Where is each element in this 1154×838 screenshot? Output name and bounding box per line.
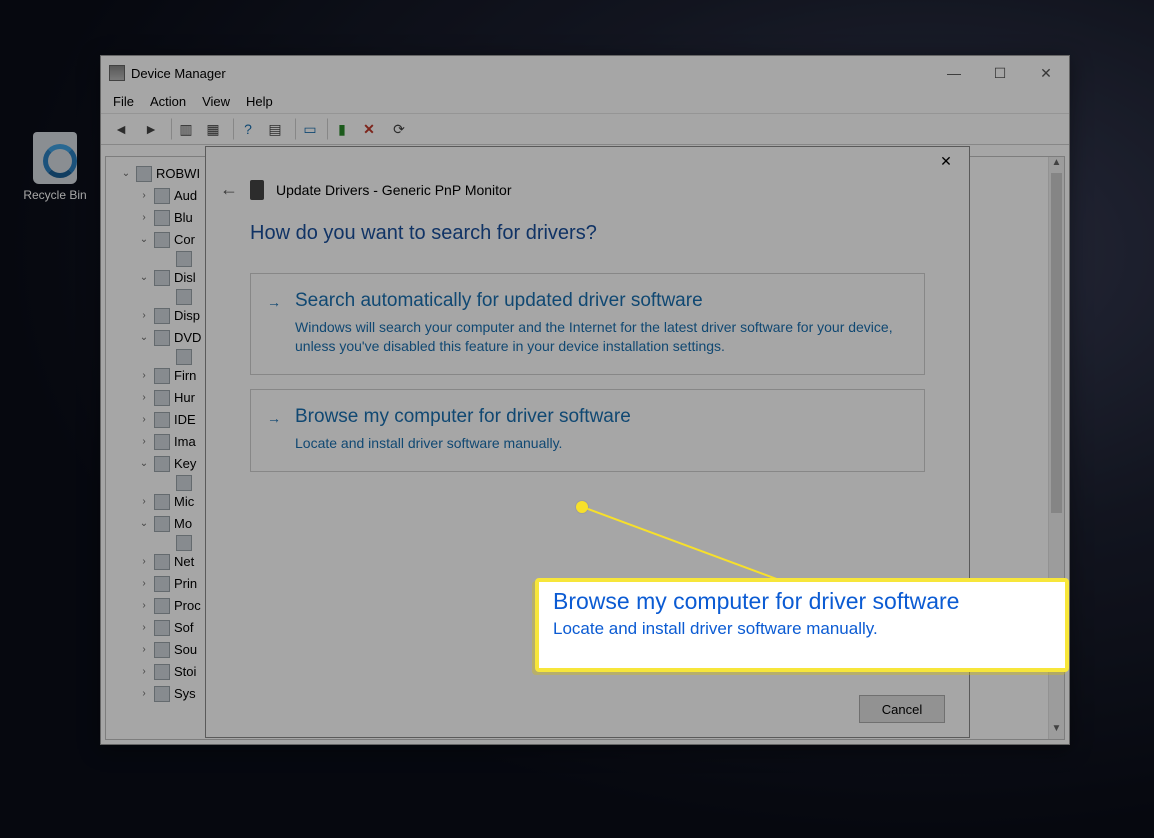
scroll-down-icon[interactable]: ▼ <box>1049 723 1064 739</box>
tree-item-label: Sou <box>174 639 197 661</box>
tree-item-label: Hur <box>174 387 195 409</box>
computer-icon <box>136 166 152 182</box>
toolbar: ◄ ► ▥ ▦ ? ▤ ▭ ▮ ✕ ⟳ <box>101 114 1069 145</box>
dialog-title: Update Drivers - Generic PnP Monitor <box>276 182 512 198</box>
device-icon <box>154 188 170 204</box>
dialog-back-button[interactable]: ← <box>220 179 238 200</box>
titlebar[interactable]: Device Manager — ☐ ✕ <box>101 56 1069 90</box>
option-search-automatically[interactable]: → Search automatically for updated drive… <box>250 273 925 375</box>
show-hide-tree-button[interactable]: ▥ <box>171 118 195 140</box>
tree-item-label: Mo <box>174 513 192 535</box>
tree-item-label: IDE <box>174 409 196 431</box>
tree-item-label: Aud <box>174 185 197 207</box>
device-icon <box>154 664 170 680</box>
device-icon <box>154 598 170 614</box>
recycle-bin-label: Recycle Bin <box>20 188 90 202</box>
device-icon <box>154 232 170 248</box>
scroll-thumb[interactable] <box>1051 173 1062 513</box>
device-icon <box>154 308 170 324</box>
option2-title: Browse my computer for driver software <box>295 406 904 428</box>
device-icon <box>154 494 170 510</box>
option1-desc: Windows will search your computer and th… <box>295 318 904 356</box>
device-icon <box>154 390 170 406</box>
menu-file[interactable]: File <box>113 94 134 109</box>
device-icon <box>176 349 192 365</box>
dialog-close-button[interactable]: ✕ <box>929 148 963 174</box>
device-icon <box>154 270 170 286</box>
tree-item-label: Mic <box>174 491 194 513</box>
tree-item-label: Sys <box>174 683 196 705</box>
minimize-button[interactable]: — <box>931 56 977 90</box>
device-icon <box>154 412 170 428</box>
device-icon <box>154 210 170 226</box>
update-driver-button[interactable]: ▭ <box>295 118 319 140</box>
tree-item-label: Cor <box>174 229 195 251</box>
menu-view[interactable]: View <box>202 94 230 109</box>
cancel-button[interactable]: Cancel <box>859 695 945 723</box>
callout-title: Browse my computer for driver software <box>553 588 1051 615</box>
device-icon <box>154 620 170 636</box>
menu-action[interactable]: Action <box>150 94 186 109</box>
properties-button[interactable]: ▦ <box>201 118 225 140</box>
tree-item-label: DVD <box>174 327 201 349</box>
close-button[interactable]: ✕ <box>1023 56 1069 90</box>
tree-root-label: ROBWI <box>156 163 200 185</box>
option2-desc: Locate and install driver software manua… <box>295 434 904 453</box>
annotation-dot <box>576 501 588 513</box>
device-icon <box>176 289 192 305</box>
tree-item-label: Key <box>174 453 196 475</box>
recycle-bin[interactable]: Recycle Bin <box>20 132 90 202</box>
device-icon <box>176 535 192 551</box>
tree-item-label: Stoi <box>174 661 196 683</box>
device-icon <box>176 251 192 267</box>
maximize-button[interactable]: ☐ <box>977 56 1023 90</box>
scroll-up-icon[interactable]: ▲ <box>1049 157 1064 173</box>
scan-hardware-button[interactable]: ⟳ <box>387 118 411 140</box>
tree-item-label: Disl <box>174 267 196 289</box>
forward-button[interactable]: ► <box>139 118 163 140</box>
device-icon <box>154 516 170 532</box>
device-icon <box>176 475 192 491</box>
arrow-right-icon: → <box>267 294 281 310</box>
arrow-right-icon: → <box>267 410 281 426</box>
menu-help[interactable]: Help <box>246 94 273 109</box>
device-icon <box>154 456 170 472</box>
tree-item-label: Net <box>174 551 194 573</box>
device-icon <box>154 686 170 702</box>
device-icon <box>154 368 170 384</box>
device-icon <box>154 554 170 570</box>
tree-item-label: Sof <box>174 617 194 639</box>
annotation-callout: Browse my computer for driver software L… <box>535 578 1069 672</box>
window-title: Device Manager <box>131 66 931 81</box>
device-icon <box>154 330 170 346</box>
tree-item-label: Ima <box>174 431 196 453</box>
uninstall-button[interactable]: ✕ <box>357 118 381 140</box>
tree-item-label: Prin <box>174 573 197 595</box>
tree-item-label: Proc <box>174 595 201 617</box>
scan-button[interactable]: ▤ <box>263 118 287 140</box>
device-icon <box>154 642 170 658</box>
device-icon <box>154 576 170 592</box>
callout-desc: Locate and install driver software manua… <box>553 619 1051 639</box>
tree-item-label: Blu <box>174 207 193 229</box>
app-icon <box>109 65 125 81</box>
help-button[interactable]: ? <box>233 118 257 140</box>
enable-button[interactable]: ▮ <box>327 118 351 140</box>
option-browse-computer[interactable]: → Browse my computer for driver software… <box>250 389 925 472</box>
tree-item-label: Disp <box>174 305 200 327</box>
back-button[interactable]: ◄ <box>109 118 133 140</box>
monitor-icon <box>250 180 264 200</box>
tree-item-label: Firn <box>174 365 196 387</box>
recycle-bin-icon <box>33 132 77 184</box>
menubar: File Action View Help <box>101 90 1069 114</box>
dialog-question: How do you want to search for drivers? <box>250 222 925 245</box>
option1-title: Search automatically for updated driver … <box>295 290 904 312</box>
device-icon <box>154 434 170 450</box>
